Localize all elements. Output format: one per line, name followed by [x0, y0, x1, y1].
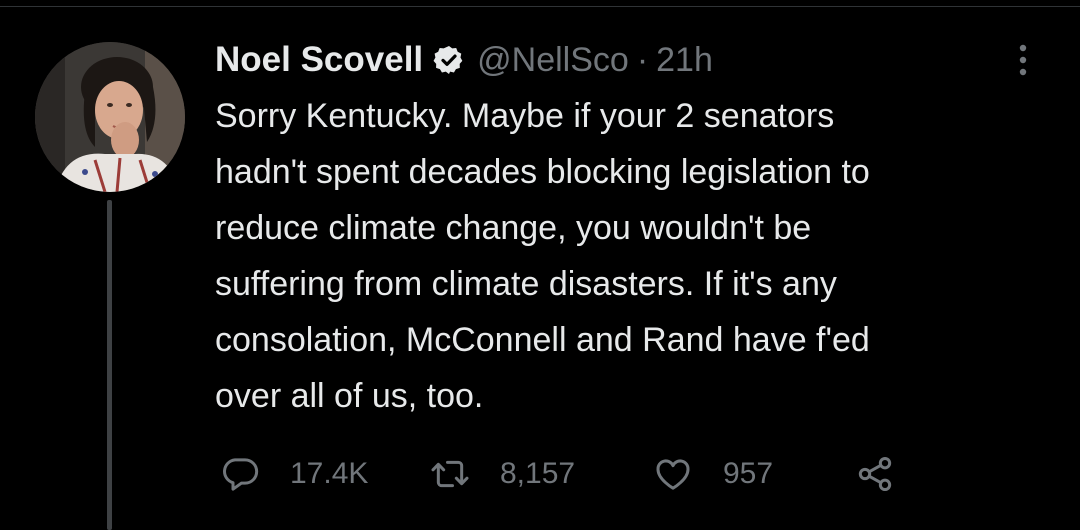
heart-icon — [653, 454, 693, 494]
tweet-timestamp[interactable]: 21h — [656, 41, 713, 80]
avatar[interactable] — [35, 42, 185, 192]
like-button[interactable]: 957 — [653, 448, 773, 500]
share-icon — [855, 454, 895, 494]
tweet-text: Sorry Kentucky. Maybe if your 2 senators… — [215, 97, 870, 415]
reply-button[interactable]: 17.4K — [220, 448, 368, 500]
avatar-photo — [35, 42, 185, 192]
retweet-icon — [430, 454, 470, 494]
retweet-count: 8,157 — [500, 457, 576, 490]
more-options-icon[interactable] — [1008, 40, 1038, 80]
author-name[interactable]: Noel Scovell — [215, 40, 423, 80]
share-button[interactable] — [855, 448, 895, 500]
tweet-header: Noel Scovell @NellSco · 21h — [215, 38, 713, 82]
author-handle[interactable]: @NellSco — [477, 41, 629, 80]
action-bar: 17.4K 8,157 957 — [215, 448, 1045, 500]
retweet-button[interactable]: 8,157 — [430, 448, 575, 500]
top-divider — [0, 6, 1080, 7]
verified-badge-icon — [433, 44, 465, 76]
thread-line — [107, 200, 112, 530]
like-count: 957 — [723, 457, 774, 490]
reply-count: 17.4K — [290, 457, 369, 490]
reply-icon — [220, 454, 260, 494]
separator-dot: · — [636, 40, 649, 79]
